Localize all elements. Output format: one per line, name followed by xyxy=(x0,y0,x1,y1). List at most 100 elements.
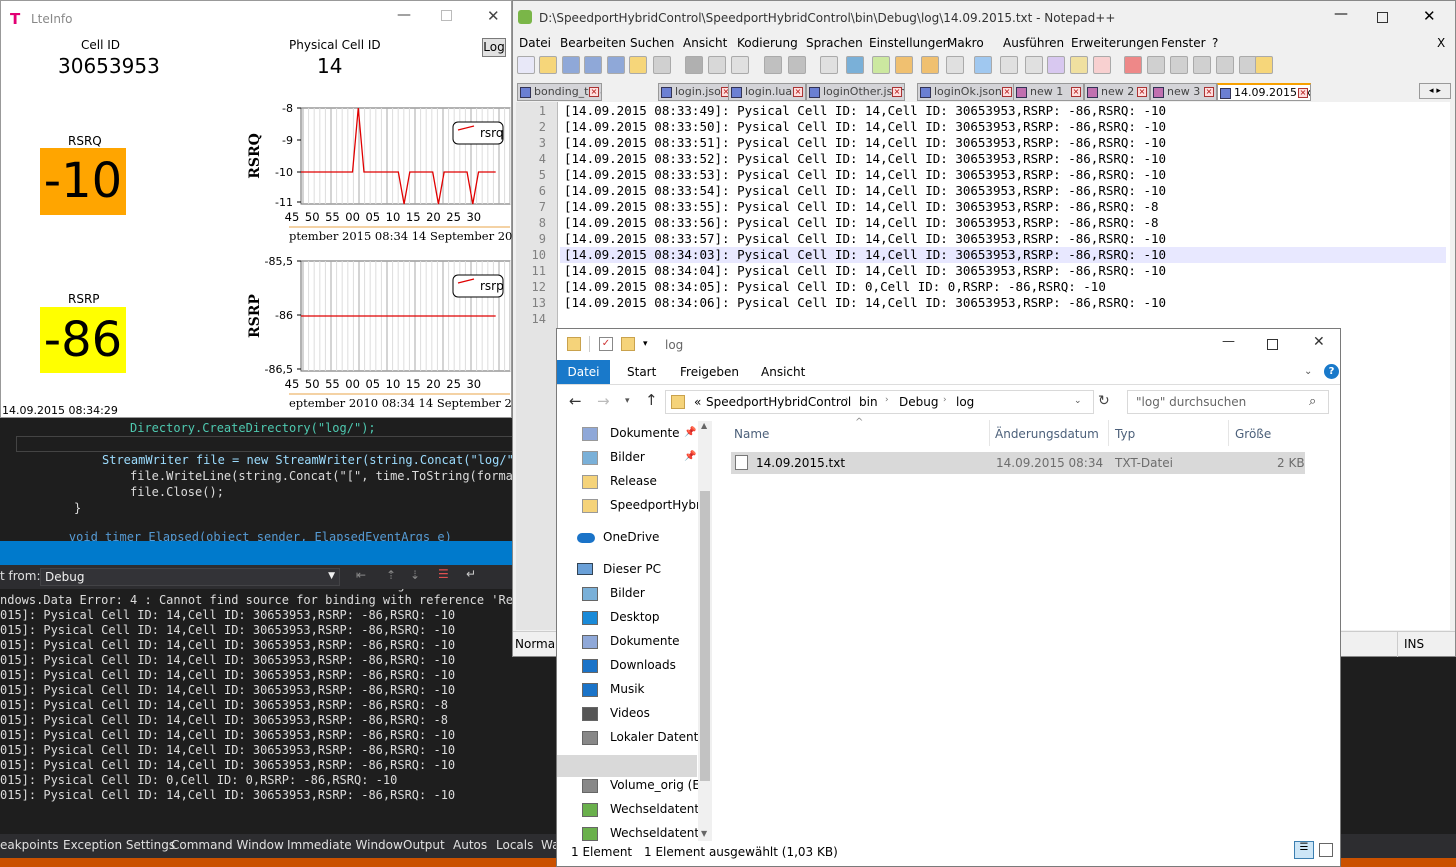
minimize-button[interactable]: — xyxy=(397,7,411,23)
menu-item[interactable]: Erweiterungen xyxy=(1071,36,1159,50)
quick-access-dropdown-icon[interactable]: ▾ xyxy=(643,339,648,349)
toolbar-button-icon[interactable] xyxy=(895,56,913,74)
file-row[interactable]: 14.09.2015.txt 14.09.2015 08:34 TXT-Date… xyxy=(731,452,1305,474)
toolbar-button-icon[interactable] xyxy=(653,56,671,74)
toolbar-button-icon[interactable] xyxy=(539,56,557,74)
tab-output[interactable]: Output xyxy=(403,838,445,852)
toolbar-button-icon[interactable] xyxy=(708,56,726,74)
menu-item[interactable]: Ausführen xyxy=(1003,36,1064,50)
forward-arrow-icon[interactable]: → xyxy=(597,392,610,410)
toolbar-button-icon[interactable] xyxy=(629,56,647,74)
toolbar-button-icon[interactable] xyxy=(764,56,782,74)
prev-message-icon[interactable]: ⇡ xyxy=(386,568,396,582)
tab-autos[interactable]: Autos xyxy=(453,838,487,852)
file-tab[interactable]: new 1 × xyxy=(1013,83,1084,101)
col-size[interactable]: Größe xyxy=(1235,427,1271,441)
toolbar-button-icon[interactable] xyxy=(1216,56,1234,74)
menu-item[interactable]: ? xyxy=(1212,36,1218,50)
pin-icon[interactable]: 📌 xyxy=(684,451,696,462)
recent-locations-icon[interactable]: ▾ xyxy=(625,396,630,406)
toolbar-button-icon[interactable] xyxy=(1255,56,1273,74)
col-type[interactable]: Typ xyxy=(1115,427,1135,441)
toolbar-button-icon[interactable] xyxy=(1193,56,1211,74)
toolbar-button-icon[interactable] xyxy=(1147,56,1165,74)
minimize-button[interactable]: — xyxy=(1334,6,1348,22)
file-tab[interactable]: loginOk.json × xyxy=(917,83,1015,101)
breadcrumb-speedporthybridcontrol[interactable]: SpeedportHybridControl xyxy=(706,395,851,409)
tab-locals[interactable]: Locals xyxy=(496,838,533,852)
menu-item[interactable]: Datei xyxy=(519,36,551,50)
toolbar-button-icon[interactable] xyxy=(1093,56,1111,74)
file-tab[interactable]: loginOther.json × xyxy=(806,83,905,101)
pin-icon[interactable]: 📌 xyxy=(684,427,696,438)
close-tab-icon[interactable]: × xyxy=(1137,87,1147,97)
tab-command-window[interactable]: Command Window xyxy=(171,838,284,852)
scroll-thumb[interactable] xyxy=(700,491,710,781)
toolbar-button-icon[interactable] xyxy=(921,56,939,74)
file-tab[interactable]: new 2 × xyxy=(1084,83,1150,101)
toolbar-button-icon[interactable] xyxy=(974,56,992,74)
maximize-button[interactable] xyxy=(1267,339,1278,350)
menu-item[interactable]: Ansicht xyxy=(683,36,727,50)
menu-item[interactable]: Einstellungen xyxy=(869,36,950,50)
scroll-down-icon[interactable]: ▼ xyxy=(701,829,707,838)
large-icons-view-icon[interactable] xyxy=(1319,843,1333,857)
close-button[interactable]: ✕ xyxy=(1313,334,1325,350)
menu-item[interactable]: Suchen xyxy=(630,36,674,50)
properties-icon[interactable]: ✓ xyxy=(599,337,613,351)
menu-item[interactable]: Sprachen xyxy=(806,36,863,50)
close-tab-icon[interactable]: × xyxy=(1298,88,1308,98)
toolbar-button-icon[interactable] xyxy=(946,56,964,74)
close-tab-icon[interactable]: × xyxy=(1002,87,1012,97)
minimize-button[interactable]: — xyxy=(1222,334,1235,349)
maximize-button[interactable] xyxy=(441,10,452,21)
toolbar-button-icon[interactable] xyxy=(1124,56,1142,74)
search-icon[interactable]: ⌕ xyxy=(1309,394,1316,409)
refresh-icon[interactable]: ↻ xyxy=(1098,393,1110,409)
file-tab[interactable]: login.lua × xyxy=(728,83,806,101)
ribbon-tab-freigeben[interactable]: Freigeben xyxy=(680,365,739,379)
file-tab[interactable]: new 3 × xyxy=(1150,83,1217,101)
ribbon-tab-datei[interactable]: Datei xyxy=(557,360,610,384)
nav-scrollbar[interactable]: ▲ ▼ xyxy=(698,421,712,841)
log-button[interactable]: Log xyxy=(482,38,506,57)
close-button[interactable]: ✕ xyxy=(1423,7,1436,25)
output-source-select[interactable]: Debug ▼ xyxy=(40,568,340,586)
back-arrow-icon[interactable]: ← xyxy=(569,392,582,410)
up-arrow-icon[interactable]: ↑ xyxy=(645,391,658,409)
code-editor[interactable]: Directory.CreateDirectory("log/"); Strea… xyxy=(0,418,556,544)
breadcrumb-debug[interactable]: Debug xyxy=(899,395,938,409)
menu-item[interactable]: Bearbeiten xyxy=(560,36,626,50)
tab-scroll-arrows[interactable]: ◂ ▸ xyxy=(1419,83,1451,99)
breadcrumb-log[interactable]: log xyxy=(956,395,974,409)
chevron-down-icon[interactable]: ⌄ xyxy=(1074,396,1082,406)
close-button[interactable]: ✕ xyxy=(487,7,500,25)
clear-all-icon[interactable]: ☰ xyxy=(438,567,449,581)
toolbar-button-icon[interactable] xyxy=(788,56,806,74)
close-tab-icon[interactable]: × xyxy=(892,87,902,97)
toolbar-button-icon[interactable] xyxy=(1047,56,1065,74)
maximize-button[interactable] xyxy=(1377,12,1388,23)
details-view-icon[interactable]: ☰ xyxy=(1294,841,1314,859)
toolbar-button-icon[interactable] xyxy=(846,56,864,74)
next-message-icon[interactable]: ⇣ xyxy=(410,568,420,582)
ribbon-tab-ansicht[interactable]: Ansicht xyxy=(761,365,805,379)
ribbon-tab-start[interactable]: Start xyxy=(627,365,656,379)
close-tab-icon[interactable]: × xyxy=(589,87,599,97)
tab-exception-settings[interactable]: Exception Settings xyxy=(63,838,175,852)
close-tab-icon[interactable]: × xyxy=(1204,87,1214,97)
toolbar-button-icon[interactable] xyxy=(1025,56,1043,74)
address-bar[interactable]: « SpeedportHybridControl › bin › Debug ›… xyxy=(665,390,1094,414)
output-pane[interactable]: ndowsbase.Data Error: 4 : Cannot find so… xyxy=(0,589,558,834)
file-tab[interactable]: 14.09.2015.txt × xyxy=(1217,83,1311,101)
close-tab-icon[interactable]: × xyxy=(793,87,803,97)
search-input[interactable]: "log" durchsuchen xyxy=(1127,390,1329,414)
toolbar-button-icon[interactable] xyxy=(820,56,838,74)
breadcrumb-overflow[interactable]: « xyxy=(694,395,701,409)
toolbar-button-icon[interactable] xyxy=(562,56,580,74)
help-icon[interactable]: ? xyxy=(1324,364,1339,379)
menu-item[interactable]: Makro xyxy=(947,36,984,50)
find-message-icon[interactable]: ⇤ xyxy=(356,568,366,582)
toolbar-button-icon[interactable] xyxy=(1170,56,1188,74)
new-folder-icon[interactable] xyxy=(621,337,635,351)
